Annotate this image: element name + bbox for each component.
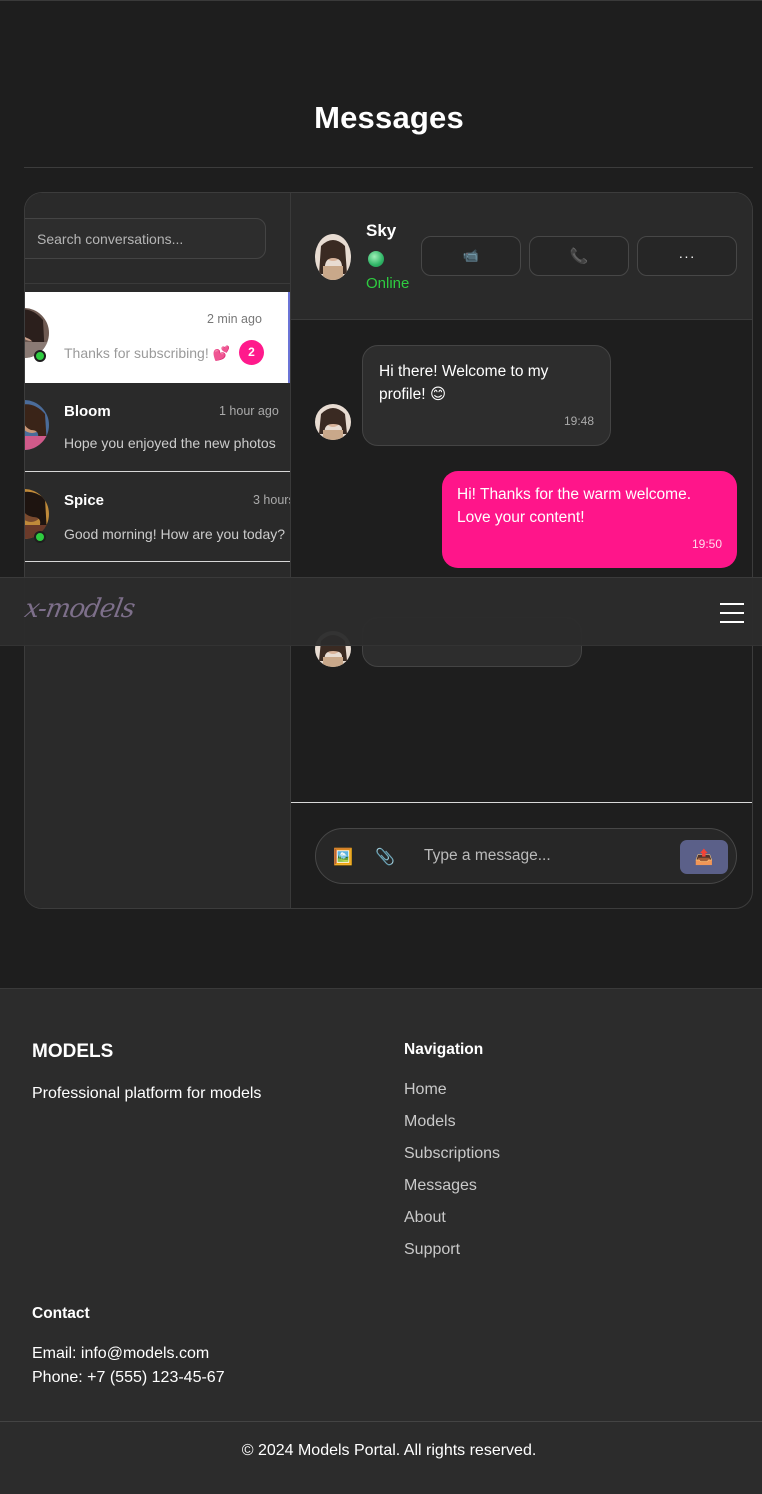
- contact-name: Sky: [366, 221, 397, 240]
- messenger-panel: 2 min ago Thanks for subscribing! 💕 2 Bl…: [24, 192, 753, 909]
- footer-email: Email: info@models.com: [32, 1345, 210, 1362]
- message-input[interactable]: [424, 842, 674, 870]
- conversation-preview: Thanks for subscribing! 💕: [64, 345, 231, 361]
- message-bubble-outgoing: Hi! Thanks for the warm welcome. Love yo…: [442, 471, 737, 568]
- footer-link-subscriptions[interactable]: Subscriptions: [404, 1145, 500, 1177]
- attach-icon[interactable]: 📎: [374, 846, 396, 868]
- footer-link-messages[interactable]: Messages: [404, 1177, 500, 1209]
- message-text: Hi there! Welcome to my profile! 😊: [379, 363, 549, 403]
- title-divider: [24, 167, 753, 168]
- top-navbar: x-models: [0, 577, 762, 646]
- search-area: [25, 193, 290, 284]
- conversation-item[interactable]: Spice 3 hours Good morning! How are you …: [25, 472, 291, 562]
- chat-main: Sky Online 📹 📞 ··· Hi there! Welcome to …: [291, 193, 752, 908]
- more-options-button[interactable]: ···: [637, 236, 737, 276]
- send-button[interactable]: 📤: [680, 840, 728, 874]
- conversation-time: 2 min ago: [207, 312, 262, 326]
- conversation-item[interactable]: 2 min ago Thanks for subscribing! 💕 2: [25, 292, 290, 383]
- site-footer: MODELS Professional platform for models …: [0, 988, 762, 1494]
- video-call-button[interactable]: 📹: [421, 236, 521, 276]
- conversation-time: 3 hours: [253, 493, 291, 507]
- footer-description: Professional platform for models: [32, 1085, 262, 1102]
- footer-navigation-title: Navigation: [404, 1041, 484, 1058]
- footer-phone: Phone: +7 (555) 123-45-67: [32, 1369, 225, 1386]
- sender-avatar: [315, 404, 351, 440]
- contact-status: Online: [366, 275, 410, 292]
- footer-brand: MODELS: [32, 1041, 114, 1062]
- conversation-name: Spice: [64, 492, 105, 509]
- unread-badge: 2: [239, 340, 264, 365]
- phone-icon: 📞: [569, 248, 589, 265]
- message-bubble-incoming: Hi there! Welcome to my profile! 😊 19:48: [362, 345, 611, 446]
- online-indicator: [34, 531, 46, 543]
- copyright: © 2024 Models Portal. All rights reserve…: [241, 1442, 537, 1459]
- search-input[interactable]: [25, 218, 266, 259]
- top-divider: [0, 0, 762, 1]
- conversation-preview: Hope you enjoyed the new photos: [64, 435, 276, 451]
- conversation-sidebar: 2 min ago Thanks for subscribing! 💕 2 Bl…: [25, 193, 291, 908]
- contact-avatar: [315, 234, 351, 280]
- site-logo[interactable]: x-models: [22, 594, 136, 624]
- footer-link-about[interactable]: About: [404, 1209, 500, 1241]
- voice-call-button[interactable]: 📞: [529, 236, 629, 276]
- conversation-time: 1 hour ago: [219, 404, 279, 418]
- conversation-name: Bloom: [64, 403, 111, 420]
- footer-divider: [0, 1421, 762, 1422]
- message-text: Hi! Thanks for the warm welcome. Love yo…: [457, 486, 692, 526]
- chat-header: Sky Online 📹 📞 ···: [291, 193, 752, 320]
- avatar: [25, 400, 49, 450]
- message-time: 19:50: [691, 537, 722, 551]
- conversation-preview: Good morning! How are you today?: [64, 526, 286, 542]
- message-composer: 🖼️ 📎 📤: [315, 828, 737, 884]
- message-list: Hi there! Welcome to my profile! 😊 19:48…: [291, 321, 752, 803]
- footer-contact-title: Contact: [32, 1305, 90, 1322]
- send-icon: 📤: [694, 849, 714, 866]
- message-time: 19:48: [563, 414, 594, 428]
- page-title: Messages: [314, 100, 464, 135]
- video-camera-icon: 📹: [462, 248, 480, 263]
- more-icon: ···: [678, 248, 696, 264]
- hamburger-menu-icon[interactable]: [720, 603, 746, 623]
- online-indicator: [368, 251, 384, 267]
- image-icon[interactable]: 🖼️: [332, 846, 354, 868]
- conversation-item[interactable]: Bloom 1 hour ago Hope you enjoyed the ne…: [25, 383, 290, 472]
- footer-link-home[interactable]: Home: [404, 1081, 500, 1113]
- footer-link-models[interactable]: Models: [404, 1113, 500, 1145]
- footer-link-support[interactable]: Support: [404, 1241, 500, 1273]
- footer-navigation: Home Models Subscriptions Messages About…: [404, 1081, 500, 1273]
- online-indicator: [34, 350, 46, 362]
